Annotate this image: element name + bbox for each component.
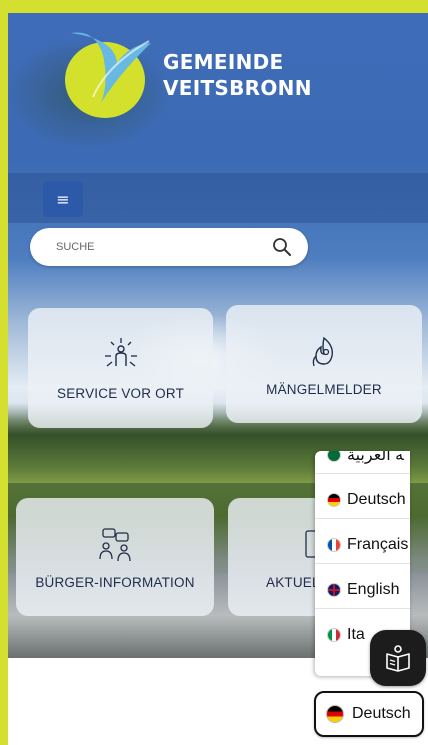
language-label: English xyxy=(347,580,400,598)
search-icon[interactable] xyxy=(272,237,292,257)
flag-icon xyxy=(326,705,344,723)
logo-line-2: VEITSBRONN xyxy=(163,76,312,100)
search-input[interactable] xyxy=(30,228,260,266)
language-option-arabic[interactable]: ﻪ العربية xyxy=(315,451,410,474)
language-option-deutsch[interactable]: Deutsch xyxy=(315,481,410,519)
citizens-chat-icon xyxy=(99,527,131,561)
page: GEMEINDE VEITSBRONN ≡ SERVICE VOR ORT xyxy=(8,13,428,745)
tile-label: AKTUEL xyxy=(266,574,320,590)
hamburger-icon: ≡ xyxy=(56,189,70,209)
tile-label: MÄNGELMELDER xyxy=(266,381,382,397)
language-selector-button[interactable]: Deutsch xyxy=(314,691,424,737)
flame-report-icon xyxy=(312,336,334,366)
language-label: Deutsch xyxy=(347,490,406,508)
flag-icon xyxy=(327,582,341,597)
tile-label: SERVICE VOR ORT xyxy=(56,385,185,401)
reading-assistant-button[interactable] xyxy=(370,630,426,686)
tile-service-vor-ort[interactable]: SERVICE VOR ORT xyxy=(28,308,213,428)
municipality-name[interactable]: GEMEINDE VEITSBRONN xyxy=(163,49,312,101)
language-option-english[interactable]: English xyxy=(315,571,410,609)
service-people-icon xyxy=(104,337,137,367)
flag-icon xyxy=(327,492,341,507)
language-label: Ita xyxy=(347,626,365,643)
flag-icon xyxy=(327,537,341,552)
logo-icon[interactable] xyxy=(63,25,153,120)
menu-button[interactable]: ≡ xyxy=(43,181,83,217)
tile-maengelmelder[interactable]: MÄNGELMELDER xyxy=(226,305,422,423)
current-language-label: Deutsch xyxy=(352,705,411,722)
language-label: ﻪ العربية xyxy=(347,451,404,464)
reader-book-icon xyxy=(386,645,410,672)
language-option-francais[interactable]: Français xyxy=(315,526,410,564)
tile-label: BÜRGER-INFORMATION xyxy=(35,574,195,590)
language-label: Français xyxy=(347,535,409,553)
logo-line-1: GEMEINDE xyxy=(163,50,284,74)
flag-icon xyxy=(327,451,341,462)
flag-icon xyxy=(327,628,341,642)
tile-buerger-information[interactable]: BÜRGER-INFORMATION xyxy=(16,498,214,616)
search-bar xyxy=(30,228,308,266)
